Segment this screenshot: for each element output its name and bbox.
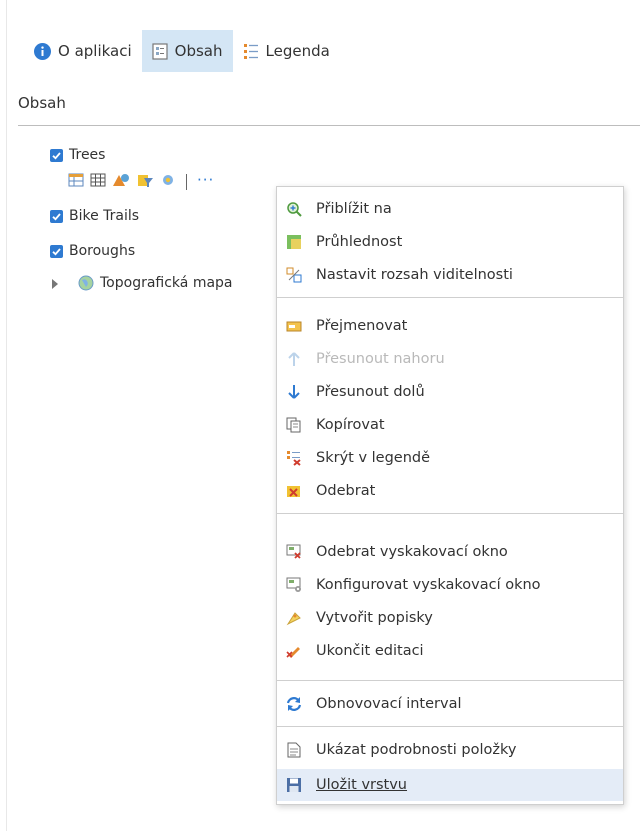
menu-item-label: Přejmenovat	[316, 318, 408, 334]
style-icon[interactable]	[112, 172, 130, 192]
stop-editing-icon	[286, 643, 302, 659]
menu-item-copy[interactable]: Kopírovat	[277, 409, 623, 441]
visibility-range-icon	[286, 267, 302, 283]
menu-item-remove[interactable]: Odebrat	[277, 475, 623, 507]
menu-item-label: Přiblížit na	[316, 201, 392, 217]
analysis-icon[interactable]	[160, 172, 176, 192]
menu-item-label: Obnovovací interval	[316, 696, 462, 712]
basemap-globe-icon	[78, 275, 94, 291]
layer-context-menu: Přiblížit na Průhlednost Nastavit rozsah…	[276, 186, 624, 805]
expand-arrow-icon[interactable]	[52, 279, 58, 289]
tab-about[interactable]: O aplikaci	[34, 30, 142, 72]
menu-item-hide-in-legend[interactable]: Skrýt v legendě	[277, 442, 623, 474]
remove-icon	[286, 483, 302, 499]
save-layer-icon	[286, 777, 302, 793]
menu-item-move-up[interactable]: Přesunout nahoru	[277, 343, 623, 375]
menu-item-rename[interactable]: Přejmenovat	[277, 310, 623, 342]
info-icon	[34, 42, 51, 60]
tab-legend[interactable]: Legenda	[233, 30, 340, 72]
menu-item-label: Ukončit editaci	[316, 643, 424, 659]
configure-popup-icon	[286, 577, 302, 593]
menu-item-label: Kopírovat	[316, 417, 385, 433]
menu-item-label: Uložit vrstvu	[316, 777, 408, 793]
layer-row-basemap[interactable]: Topografická mapa	[78, 275, 233, 291]
arrow-up-icon	[286, 351, 302, 367]
menu-item-move-down[interactable]: Přesunout dolů	[277, 376, 623, 408]
panel-left-border	[6, 0, 7, 831]
menu-divider	[277, 513, 623, 514]
remove-popup-icon	[286, 544, 302, 560]
legend-icon	[243, 43, 259, 60]
attribute-grid-icon[interactable]	[90, 172, 106, 192]
layer-checkbox[interactable]	[50, 244, 63, 258]
hide-in-legend-icon	[286, 450, 302, 466]
layer-name[interactable]: Topografická mapa	[100, 275, 233, 291]
menu-item-label: Vytvořit popisky	[316, 610, 433, 626]
layer-toolbar: ···	[68, 172, 214, 192]
toolbar-divider	[186, 174, 187, 190]
menu-item-item-details[interactable]: Ukázat podrobnosti položky	[277, 734, 623, 766]
menu-divider	[277, 726, 623, 727]
menu-item-label: Přesunout nahoru	[316, 351, 445, 367]
tab-contents[interactable]: Obsah	[141, 30, 233, 72]
menu-item-save-layer[interactable]: Uložit vrstvu	[277, 769, 623, 801]
menu-item-label: Skrýt v legendě	[316, 450, 431, 466]
section-title: Obsah	[18, 94, 66, 112]
table-icon[interactable]	[68, 172, 84, 192]
menu-item-visibility-range[interactable]: Nastavit rozsah viditelnosti	[277, 259, 623, 291]
menu-item-label: Odebrat vyskakovací okno	[316, 544, 508, 560]
layer-row-trees[interactable]: Trees	[50, 147, 105, 163]
layer-row-boroughs[interactable]: Boroughs	[50, 243, 135, 259]
menu-item-transparency[interactable]: Průhlednost	[277, 226, 623, 258]
menu-item-remove-popup[interactable]: Odebrat vyskakovací okno	[277, 536, 623, 568]
menu-item-refresh-interval[interactable]: Obnovovací interval	[277, 688, 623, 720]
refresh-interval-icon	[286, 696, 302, 712]
menu-item-configure-popup[interactable]: Konfigurovat vyskakovací okno	[277, 569, 623, 601]
item-details-icon	[286, 742, 302, 758]
layer-name[interactable]: Bike Trails	[69, 208, 139, 224]
layer-row-bike-trails[interactable]: Bike Trails	[50, 208, 139, 224]
menu-item-stop-editing[interactable]: Ukončit editaci	[277, 635, 623, 667]
menu-item-label: Odebrat	[316, 483, 376, 499]
layer-checkbox[interactable]	[50, 148, 63, 162]
tab-contents-label: Obsah	[174, 42, 223, 60]
create-labels-icon	[286, 610, 302, 626]
menu-divider	[277, 297, 623, 298]
menu-item-label: Nastavit rozsah viditelnosti	[316, 267, 513, 283]
layer-name[interactable]: Trees	[69, 147, 105, 163]
menu-item-create-labels[interactable]: Vytvořit popisky	[277, 602, 623, 634]
tab-about-label: O aplikaci	[58, 42, 132, 60]
menu-item-zoom-to[interactable]: Přiblížit na	[277, 193, 623, 225]
zoom-to-icon	[286, 201, 302, 217]
rename-icon	[286, 318, 302, 334]
layer-checkbox[interactable]	[50, 209, 63, 223]
tab-bar: O aplikaci Obsah Legenda	[34, 30, 340, 72]
contents-icon	[152, 42, 168, 60]
section-divider	[18, 125, 640, 126]
menu-item-label: Přesunout dolů	[316, 384, 425, 400]
menu-divider	[277, 680, 623, 681]
transparency-icon	[286, 234, 302, 250]
filter-icon[interactable]	[136, 172, 154, 192]
tab-legend-label: Legenda	[265, 42, 330, 60]
layer-name[interactable]: Boroughs	[69, 243, 135, 259]
more-options-icon[interactable]: ···	[197, 173, 214, 188]
menu-item-label: Průhlednost	[316, 234, 403, 250]
menu-item-label: Ukázat podrobnosti položky	[316, 742, 517, 758]
arrow-down-icon	[286, 384, 302, 400]
menu-item-label: Konfigurovat vyskakovací okno	[316, 577, 541, 593]
copy-icon	[286, 417, 302, 433]
